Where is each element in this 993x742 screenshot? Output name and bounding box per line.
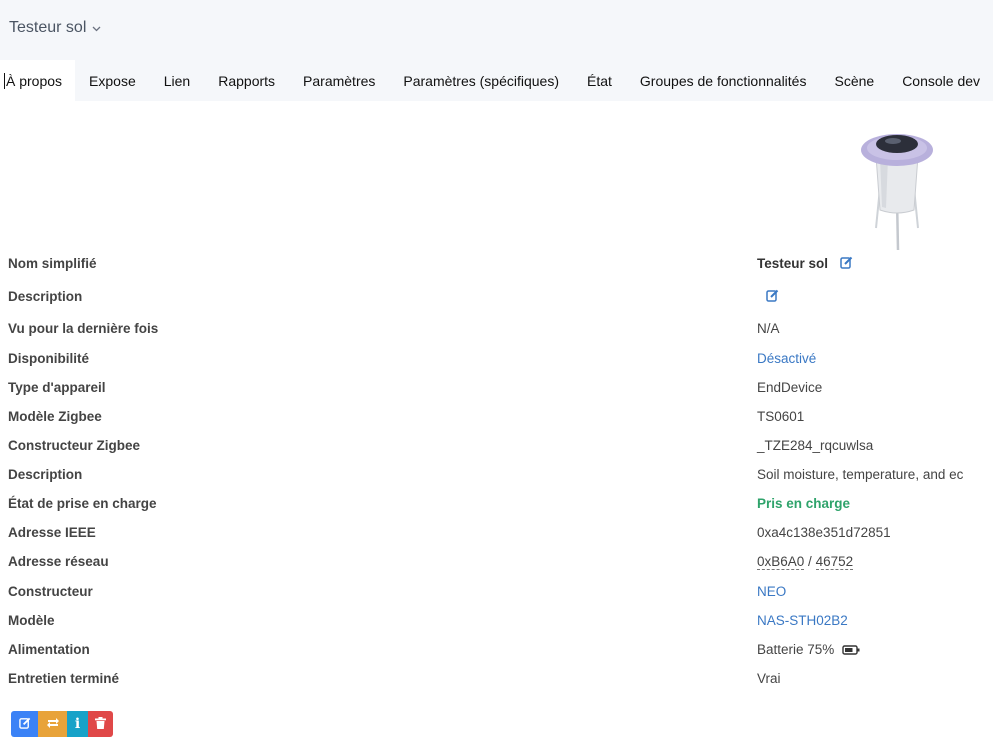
chevron-down-icon xyxy=(92,23,101,35)
description-edit-label: Description xyxy=(8,289,83,304)
tab-reporting[interactable]: Rapports xyxy=(204,60,289,101)
info-icon: i xyxy=(74,716,81,732)
device-selector[interactable]: Testeur sol xyxy=(9,19,101,37)
tab-bind[interactable]: Lien xyxy=(150,60,204,101)
zigbee-model-value: TS0601 xyxy=(757,409,805,424)
info-row-zigbee-manufacturer: Constructeur Zigbee _TZE284_rqcuwlsa xyxy=(0,432,993,461)
ieee-address-label: Adresse IEEE xyxy=(8,525,96,540)
last-seen-label: Vu pour la dernière fois xyxy=(8,321,159,336)
info-row-ieee-address: Adresse IEEE 0xa4c138e351d72851 xyxy=(0,519,993,548)
tab-bar: À propos Expose Lien Rapports Paramètres… xyxy=(0,60,993,101)
info-row-model: Modèle NAS-STH02B2 xyxy=(0,607,993,636)
description-value: Soil moisture, temperature, and ec xyxy=(757,467,964,482)
tab-about[interactable]: À propos xyxy=(0,60,76,101)
info-row-last-seen: Vu pour la dernière fois N/A xyxy=(0,315,993,344)
description-edit-button[interactable] xyxy=(766,289,779,305)
network-address-hex: 0xB6A0 xyxy=(757,554,805,570)
tab-dev-console[interactable]: Console dev xyxy=(888,60,993,101)
interview-button[interactable]: i xyxy=(67,711,88,737)
manufacturer-link[interactable]: NEO xyxy=(757,584,786,599)
top-bar: Testeur sol À propos Expose Lien Rapport… xyxy=(0,0,993,101)
info-row-availability: Disponibilité Désactivé xyxy=(0,345,993,374)
availability-link[interactable]: Désactivé xyxy=(757,351,816,366)
reconfigure-button[interactable] xyxy=(38,711,67,737)
network-address-value: 0xB6A0 / 46752 xyxy=(757,554,854,570)
tab-clusters[interactable]: Groupes de fonctionnalités xyxy=(626,60,821,101)
device-name-title: Testeur sol xyxy=(9,19,87,36)
ieee-address-value: 0xa4c138e351d72851 xyxy=(757,525,891,540)
info-row-description: Description Soil moisture, temperature, … xyxy=(0,461,993,490)
trash-icon xyxy=(95,716,106,732)
description-label: Description xyxy=(8,467,83,482)
last-seen-value: N/A xyxy=(757,321,780,336)
info-row-manufacturer: Constructeur NEO xyxy=(0,578,993,607)
support-status-value: Pris en charge xyxy=(757,496,851,511)
refresh-icon xyxy=(46,716,60,732)
network-address-label: Adresse réseau xyxy=(8,554,109,569)
tab-state[interactable]: État xyxy=(573,60,626,101)
friendly-name-label: Nom simplifié xyxy=(8,256,97,271)
info-row-friendly-name: Nom simplifié Testeur sol xyxy=(0,250,993,279)
network-address-dec: 46752 xyxy=(815,554,854,570)
tab-settings-specific[interactable]: Paramètres (spécifiques) xyxy=(389,60,573,101)
remove-button[interactable] xyxy=(88,711,113,737)
manufacturer-label: Constructeur xyxy=(8,584,93,599)
zigbee-model-label: Modèle Zigbee xyxy=(8,409,102,424)
availability-label: Disponibilité xyxy=(8,351,89,366)
info-row-power-source: Alimentation Batterie 75% xyxy=(0,636,993,665)
edit-icon[interactable] xyxy=(840,256,853,272)
interview-completed-value: Vrai xyxy=(757,671,781,686)
rename-button[interactable] xyxy=(11,711,38,737)
support-status-label: État de prise en charge xyxy=(8,496,157,511)
model-link[interactable]: NAS-STH02B2 xyxy=(757,613,848,628)
device-type-label: Type d'appareil xyxy=(8,380,106,395)
device-actions: i xyxy=(11,711,113,737)
zigbee-manufacturer-label: Constructeur Zigbee xyxy=(8,438,141,453)
info-row-device-type: Type d'appareil EndDevice xyxy=(0,374,993,403)
info-row-interview-completed: Entretien terminé Vrai xyxy=(0,665,993,694)
info-row-zigbee-model: Modèle Zigbee TS0601 xyxy=(0,403,993,432)
friendly-name-value: Testeur sol xyxy=(757,256,853,272)
edit-icon[interactable] xyxy=(766,289,779,305)
soil-sensor-image xyxy=(858,128,936,252)
edit-icon xyxy=(18,716,31,732)
tab-expose[interactable]: Expose xyxy=(75,60,150,101)
info-row-description-edit: Description xyxy=(0,283,993,312)
interview-completed-label: Entretien terminé xyxy=(8,671,120,686)
power-source-value: Batterie 75% xyxy=(757,642,860,658)
model-label: Modèle xyxy=(8,613,55,628)
battery-icon xyxy=(842,643,860,658)
zigbee-manufacturer-value: _TZE284_rqcuwlsa xyxy=(757,438,874,453)
info-row-support-status: État de prise en charge Pris en charge xyxy=(0,490,993,519)
tab-scene[interactable]: Scène xyxy=(820,60,888,101)
info-row-network-address: Adresse réseau 0xB6A0 / 46752 xyxy=(0,548,993,577)
device-type-value: EndDevice xyxy=(757,380,823,395)
tab-settings[interactable]: Paramètres xyxy=(289,60,389,101)
power-source-label: Alimentation xyxy=(8,642,90,657)
network-address-separator: / xyxy=(804,554,816,569)
